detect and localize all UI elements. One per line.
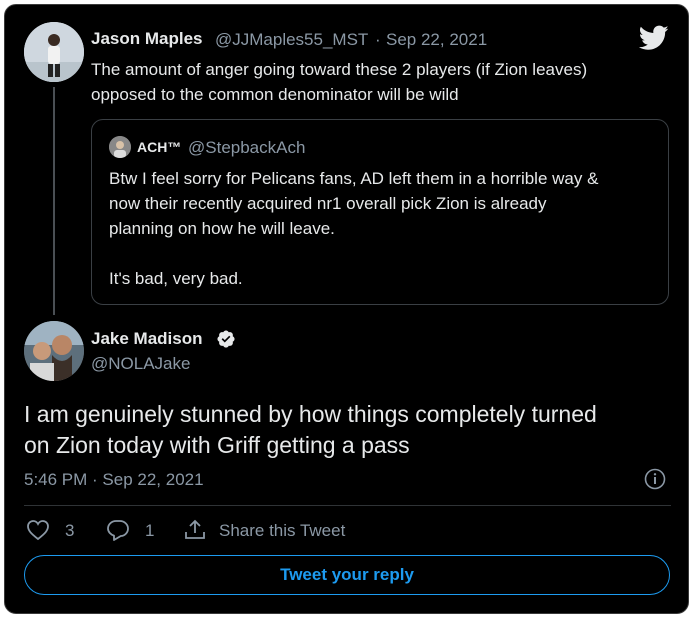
quoted-text-line-3: planning on how he will leave.	[109, 219, 335, 238]
main-handle[interactable]: @NOLAJake	[91, 354, 190, 374]
verified-badge-icon	[217, 330, 235, 348]
share-label[interactable]: Share this Tweet	[219, 521, 345, 541]
tweet-embed-card: Jason Maples @JJMaples55_MST · Sep 22, 2…	[4, 4, 689, 614]
reply-count[interactable]: 1	[145, 521, 154, 541]
thread-line	[53, 87, 55, 315]
quoted-text-line-1: Btw I feel sorry for Pelicans fans, AD l…	[109, 169, 599, 188]
main-author-name[interactable]: Jake Madison	[91, 329, 203, 349]
main-text-line-1: I am genuinely stunned by how things com…	[24, 401, 597, 427]
parent-text-line-2: opposed to the common denominator will b…	[91, 85, 459, 104]
tweet-your-reply-button[interactable]: Tweet your reply	[24, 555, 670, 595]
parent-author-name[interactable]: Jason Maples	[91, 29, 203, 49]
parent-text-line-1: The amount of anger going toward these 2…	[91, 60, 588, 79]
parent-date[interactable]: Sep 22, 2021	[386, 30, 487, 50]
avatar[interactable]	[24, 321, 84, 381]
quoted-avatar	[109, 136, 131, 158]
parent-handle[interactable]: @JJMaples55_MST	[215, 30, 368, 50]
quoted-tweet[interactable]: ACH™ @StepbackAch Btw I feel sorry for P…	[91, 119, 669, 305]
info-icon[interactable]	[644, 468, 666, 490]
share-icon[interactable]	[183, 518, 207, 542]
main-timestamp[interactable]: 5:46 PM · Sep 22, 2021	[24, 470, 204, 490]
reply-icon[interactable]	[106, 519, 130, 541]
divider	[24, 505, 671, 506]
quoted-author-name: ACH™	[137, 139, 182, 155]
like-count[interactable]: 3	[65, 521, 74, 541]
quoted-handle: @StepbackAch	[188, 138, 306, 157]
main-text-line-2: on Zion today with Griff getting a pass	[24, 432, 410, 458]
twitter-bird-icon[interactable]	[639, 25, 669, 51]
heart-icon[interactable]	[26, 519, 50, 541]
avatar[interactable]	[24, 22, 84, 82]
quoted-text-line-4: It's bad, very bad.	[109, 269, 243, 288]
parent-separator: ·	[375, 30, 381, 49]
quoted-text-line-2: now their recently acquired nr1 overall …	[109, 194, 547, 213]
